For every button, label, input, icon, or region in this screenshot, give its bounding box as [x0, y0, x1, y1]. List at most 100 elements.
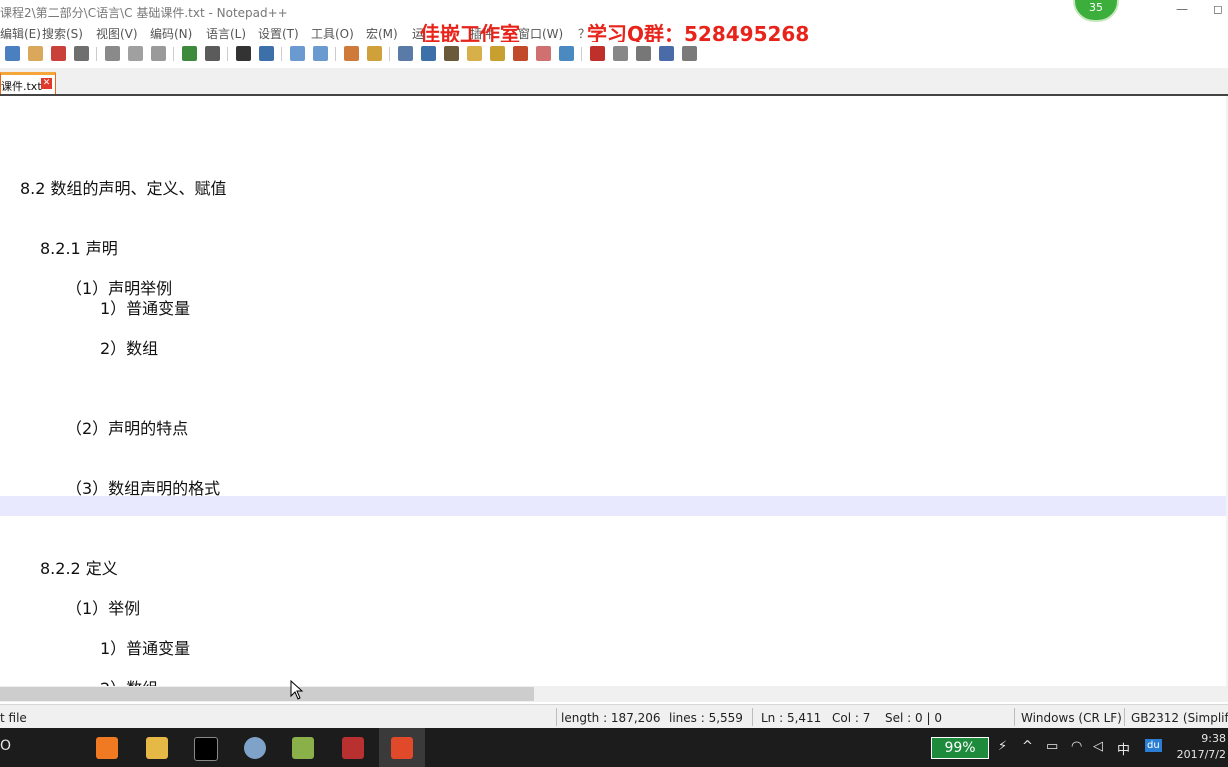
editor-line: 8.2 数组的声明、定义、赋值: [20, 179, 227, 198]
zoom-in-icon[interactable]: [290, 46, 305, 61]
toolbar-separator: [389, 47, 390, 61]
editor-line: 2）数组: [100, 339, 159, 358]
open-file-icon[interactable]: [28, 46, 43, 61]
code-editor-icon[interactable]: [391, 737, 413, 759]
show-all-chars-icon[interactable]: [421, 46, 436, 61]
toolbar-separator: [227, 47, 228, 61]
run-macro-multiple-icon[interactable]: [659, 46, 674, 61]
status-divider: [1124, 708, 1125, 726]
toolbar-separator: [581, 47, 582, 61]
tab-document[interactable]: 课件.txt ✕: [0, 72, 56, 94]
menu-edit[interactable]: 编辑(E): [0, 25, 41, 42]
copy-icon[interactable]: [128, 46, 143, 61]
tab-label: 课件.txt: [1, 80, 42, 93]
status-divider: [752, 708, 753, 726]
status-length: length : 187,206: [561, 711, 661, 725]
editor-line: （2）声明的特点: [66, 419, 189, 438]
editor-line: 8.2.2 定义: [40, 559, 118, 578]
menu-language[interactable]: 语言(L): [206, 25, 246, 42]
text-editor[interactable]: 8.2 数组的声明、定义、赋值 8.2.1 声明 （1）声明举例 1）普通变量 …: [0, 96, 1228, 686]
editor-line: （3）数组声明的格式: [66, 479, 221, 498]
notepad-icon[interactable]: [292, 737, 314, 759]
status-file-type: t file: [0, 711, 27, 725]
clock-date: 2017/7/2: [1176, 748, 1226, 761]
editor-line: 8.2.1 声明: [40, 239, 118, 258]
zoom-out-icon[interactable]: [313, 46, 328, 61]
status-bar: t file length : 187,206 lines : 5,559 Ln…: [0, 704, 1228, 729]
folder-as-workspace-icon[interactable]: [536, 46, 551, 61]
status-col: Col : 7: [832, 711, 871, 725]
chevron-up-icon[interactable]: ^: [1022, 739, 1033, 754]
editor-line: （1）举例: [66, 599, 141, 618]
paint-icon[interactable]: [244, 737, 266, 759]
undo-icon[interactable]: [182, 46, 197, 61]
doc-map-icon[interactable]: [490, 46, 505, 61]
redo-icon[interactable]: [205, 46, 220, 61]
new-file-icon[interactable]: [5, 46, 20, 61]
scrollbar-thumb[interactable]: [0, 687, 534, 701]
current-line-highlight: [0, 496, 1228, 516]
lang-define-icon[interactable]: [467, 46, 482, 61]
editor-line: 1）普通变量: [100, 299, 191, 318]
menu-macro[interactable]: 宏(M): [366, 25, 398, 42]
close-icon[interactable]: ✕: [41, 78, 52, 89]
status-divider: [1014, 708, 1015, 726]
file-explorer-icon[interactable]: [146, 737, 168, 759]
sync-vertical-icon[interactable]: [344, 46, 359, 61]
status-encoding[interactable]: GB2312 (Simplifie: [1131, 711, 1228, 725]
battery-icon[interactable]: ▭: [1046, 739, 1058, 754]
power-plug-icon[interactable]: ⚡: [998, 739, 1007, 754]
save-macro-icon[interactable]: [682, 46, 697, 61]
taskbar: O 99% ⚡ ^ ▭ ◠ ◁ 中 du 9:38 2017/7/2: [0, 728, 1228, 767]
menu-encoding[interactable]: 编码(N): [150, 25, 192, 42]
toolbar-separator: [96, 47, 97, 61]
start-icon[interactable]: O: [0, 738, 11, 754]
record-macro-icon[interactable]: [590, 46, 605, 61]
mouse-cursor-icon: [290, 680, 304, 700]
replace-icon[interactable]: [259, 46, 274, 61]
status-lines: lines : 5,559: [669, 711, 743, 725]
baidu-icon[interactable]: du: [1145, 739, 1162, 752]
clock[interactable]: 9:38 2017/7/2: [1177, 731, 1226, 763]
status-eol[interactable]: Windows (CR LF): [1021, 711, 1122, 725]
status-ln: Ln : 5,411: [761, 711, 822, 725]
tab-bar: 课件.txt ✕: [0, 68, 1228, 96]
slides-app-icon[interactable]: [96, 737, 118, 759]
menu-window[interactable]: 窗口(W): [518, 25, 563, 42]
horizontal-scrollbar[interactable]: [0, 686, 1228, 702]
stop-macro-icon[interactable]: [613, 46, 628, 61]
window-title: 课程2\第二部分\C语言\C 基础课件.txt - Notepad++: [0, 6, 288, 20]
indent-guide-icon[interactable]: [444, 46, 459, 61]
toolbar-separator: [335, 47, 336, 61]
app-grid-icon[interactable]: [342, 737, 364, 759]
toolbar: [0, 42, 1228, 66]
print-icon[interactable]: [74, 46, 89, 61]
function-list-icon[interactable]: [513, 46, 528, 61]
sync-horizontal-icon[interactable]: [367, 46, 382, 61]
battery-indicator[interactable]: 99%: [931, 737, 989, 759]
minimize-button[interactable]: —: [1164, 0, 1200, 22]
menu-view[interactable]: 视图(V): [96, 25, 138, 42]
find-icon[interactable]: [236, 46, 251, 61]
editor-line: 1）普通变量: [100, 639, 191, 658]
terminal-icon[interactable]: [194, 737, 218, 761]
save-icon[interactable]: [51, 46, 66, 61]
clock-time: 9:38: [1201, 732, 1226, 745]
status-divider: [556, 708, 557, 726]
restore-button[interactable]: ◻: [1200, 0, 1228, 22]
ime-indicator[interactable]: 中: [1117, 739, 1130, 758]
editor-line: 2）数组: [100, 675, 158, 686]
menu-settings[interactable]: 设置(T): [258, 25, 299, 42]
toolbar-separator: [173, 47, 174, 61]
volume-icon[interactable]: ◁: [1093, 739, 1103, 754]
cut-icon[interactable]: [105, 46, 120, 61]
toolbar-separator: [281, 47, 282, 61]
paste-icon[interactable]: [151, 46, 166, 61]
word-wrap-icon[interactable]: [398, 46, 413, 61]
monitoring-icon[interactable]: [559, 46, 574, 61]
status-sel: Sel : 0 | 0: [885, 711, 942, 725]
wifi-icon[interactable]: ◠: [1071, 739, 1082, 754]
play-macro-icon[interactable]: [636, 46, 651, 61]
menu-search[interactable]: 搜索(S): [42, 25, 83, 42]
menu-tools[interactable]: 工具(O): [311, 25, 354, 42]
